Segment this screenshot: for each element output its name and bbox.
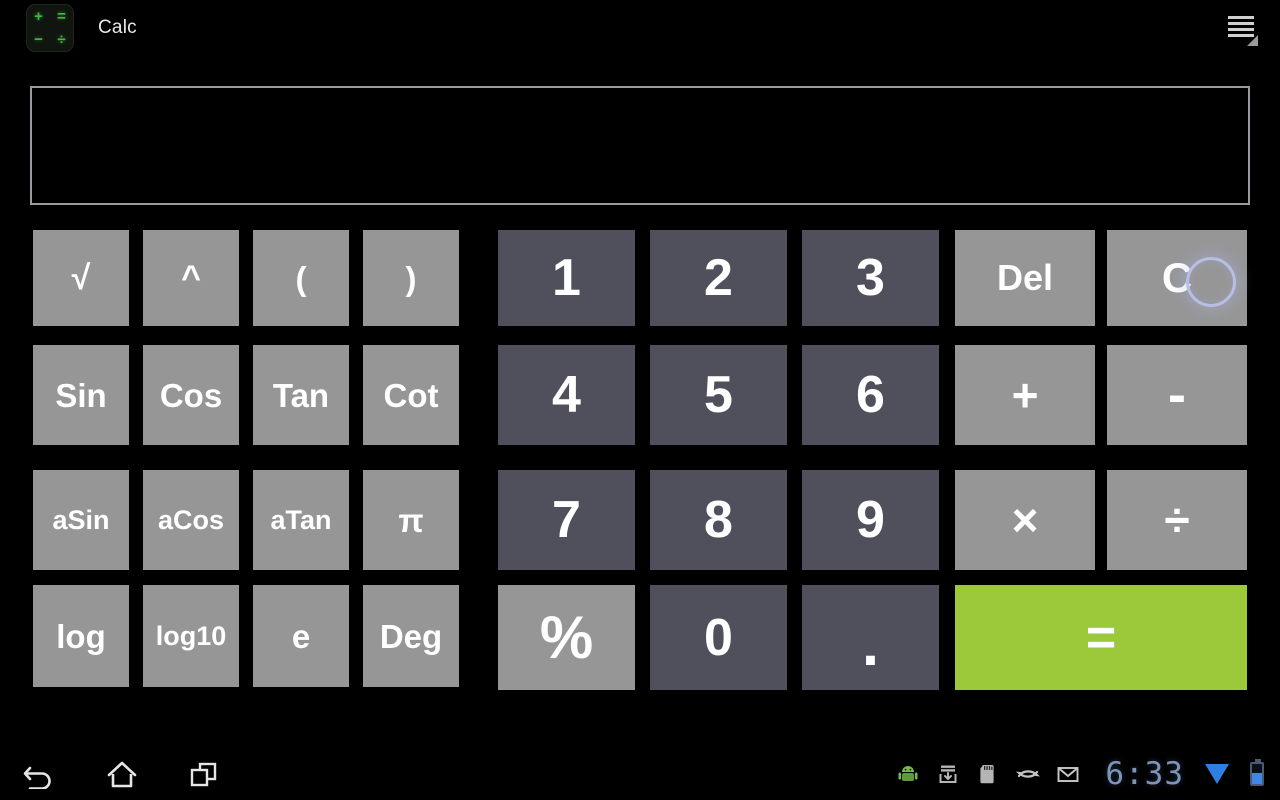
menu-bars bbox=[1228, 16, 1254, 37]
key-log10[interactable]: log10 bbox=[143, 585, 239, 687]
key-open-paren[interactable]: ( bbox=[253, 230, 349, 326]
sd-card-icon bbox=[975, 761, 1001, 787]
status-clock: 6:33 bbox=[1105, 756, 1184, 792]
key-sqrt[interactable]: √ bbox=[33, 230, 129, 326]
calculator-display[interactable] bbox=[30, 86, 1250, 205]
key-decimal-point[interactable]: . bbox=[802, 585, 939, 690]
system-bar: 6:33 bbox=[0, 748, 1280, 800]
app-title: Calc bbox=[98, 17, 137, 38]
key-acos[interactable]: aCos bbox=[143, 470, 239, 570]
key-atan[interactable]: aTan bbox=[253, 470, 349, 570]
download-tray-icon bbox=[935, 761, 961, 787]
key-digit-8[interactable]: 8 bbox=[650, 470, 787, 570]
key-power[interactable]: ^ bbox=[143, 230, 239, 326]
key-plus[interactable]: + bbox=[955, 345, 1095, 445]
key-cot[interactable]: Cot bbox=[363, 345, 459, 445]
icon-minus-symbol: − bbox=[34, 31, 43, 48]
back-icon[interactable] bbox=[18, 752, 62, 796]
key-digit-6[interactable]: 6 bbox=[802, 345, 939, 445]
home-icon[interactable] bbox=[100, 752, 144, 796]
icon-equals-symbol: = bbox=[57, 8, 66, 25]
status-icons[interactable]: 6:33 bbox=[895, 748, 1270, 800]
wifi-icon[interactable] bbox=[1204, 761, 1230, 787]
keypad: √ ^() Sin Cos Tan Cot aSin aCos aTan π log log10 e De… bbox=[0, 225, 1280, 700]
key-digit-1[interactable]: 1 bbox=[498, 230, 635, 326]
key-digit-2[interactable]: 2 bbox=[650, 230, 787, 326]
key-multiply[interactable]: × bbox=[955, 470, 1095, 570]
recents-icon[interactable] bbox=[182, 752, 226, 796]
key-percent[interactable]: % bbox=[498, 585, 635, 690]
key-tan[interactable]: Tan bbox=[253, 345, 349, 445]
key-digit-7[interactable]: 7 bbox=[498, 470, 635, 570]
key-euler[interactable]: e bbox=[253, 585, 349, 687]
usb-sync-icon bbox=[1015, 761, 1041, 787]
menu-triangle bbox=[1247, 35, 1258, 46]
overflow-menu-icon[interactable] bbox=[1224, 12, 1258, 46]
gmail-envelope-icon bbox=[1055, 761, 1081, 787]
key-delete[interactable]: Del bbox=[955, 230, 1095, 326]
action-bar: + = − ÷ Calc bbox=[0, 0, 1280, 56]
calculator-app-icon: + = − ÷ bbox=[26, 4, 74, 52]
key-digit-4[interactable]: 4 bbox=[498, 345, 635, 445]
android-robot-icon bbox=[895, 761, 921, 787]
key-equals[interactable]: = bbox=[955, 585, 1247, 690]
battery-icon[interactable] bbox=[1244, 759, 1270, 787]
key-log[interactable]: log bbox=[33, 585, 129, 687]
key-asin[interactable]: aSin bbox=[33, 470, 129, 570]
key-digit-5[interactable]: 5 bbox=[650, 345, 787, 445]
key-close-paren[interactable]: ) bbox=[363, 230, 459, 326]
navigation-buttons bbox=[18, 748, 226, 800]
key-pi[interactable]: π bbox=[363, 470, 459, 570]
key-digit-9[interactable]: 9 bbox=[802, 470, 939, 570]
key-deg[interactable]: Deg bbox=[363, 585, 459, 687]
key-cos[interactable]: Cos bbox=[143, 345, 239, 445]
icon-divide-symbol: ÷ bbox=[57, 31, 66, 48]
calculator-app: + = − ÷ Calc √ ^() Sin Cos Tan Cot aSin aCos aTa… bbox=[0, 0, 1280, 800]
key-digit-3[interactable]: 3 bbox=[802, 230, 939, 326]
key-digit-0[interactable]: 0 bbox=[650, 585, 787, 690]
key-divide[interactable]: ÷ bbox=[1107, 470, 1247, 570]
key-minus[interactable]: - bbox=[1107, 345, 1247, 445]
icon-plus-symbol: + bbox=[34, 8, 43, 25]
key-clear[interactable]: C bbox=[1107, 230, 1247, 326]
key-sin[interactable]: Sin bbox=[33, 345, 129, 445]
